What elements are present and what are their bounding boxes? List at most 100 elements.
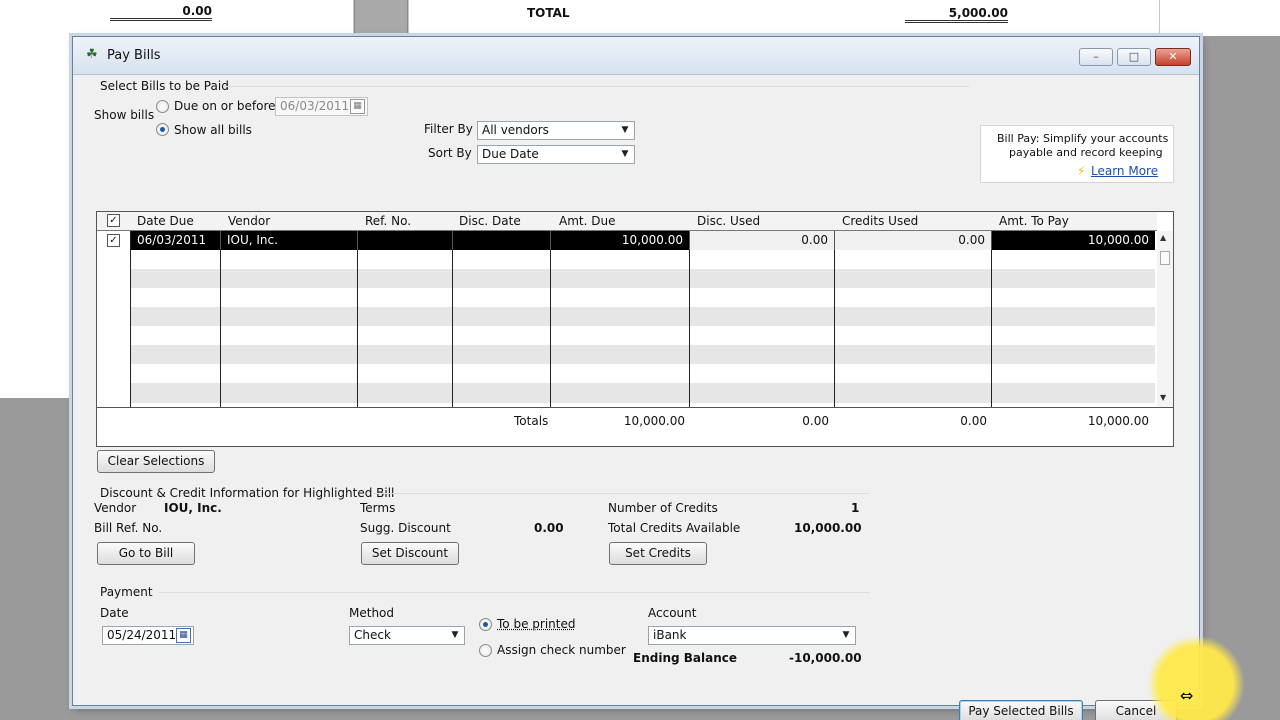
dialog-content: Select Bills to be Paid Show bills Due o… bbox=[73, 76, 1199, 720]
learn-more-link[interactable]: Learn More bbox=[1091, 164, 1158, 178]
column-header-amt-to-pay[interactable]: Amt. To Pay bbox=[993, 212, 1069, 231]
to-be-printed-label: To be printed bbox=[497, 617, 576, 631]
grid-header: ✓ Date Due Vendor Ref. No. Disc. Date Am… bbox=[97, 212, 1157, 231]
section-divider bbox=[159, 592, 869, 593]
filter-by-value: All vendors bbox=[482, 123, 549, 137]
total-credits-label: Total Credits Available bbox=[608, 521, 741, 535]
row-checkbox[interactable]: ✓ bbox=[107, 234, 120, 247]
due-date-field[interactable]: 06/03/2011 ▦ bbox=[275, 97, 368, 116]
total-disc-used: 0.00 bbox=[802, 414, 829, 428]
filter-by-select[interactable]: All vendors ▼ bbox=[477, 121, 635, 140]
title-bar[interactable]: ☘ Pay Bills – □ ✕ bbox=[73, 37, 1199, 75]
method-value: Check bbox=[354, 628, 391, 642]
sugg-discount-value: 0.00 bbox=[534, 521, 564, 535]
column-header-amt-due[interactable]: Amt. Due bbox=[553, 212, 615, 231]
sort-by-label: Sort By bbox=[428, 146, 472, 160]
column-divider bbox=[452, 231, 453, 407]
cell-vendor: IOU, Inc. bbox=[220, 231, 357, 250]
calendar-icon[interactable]: ▦ bbox=[176, 628, 191, 643]
cell-amt-to-pay: 10,000.00 bbox=[991, 231, 1155, 250]
account-select[interactable]: iBank ▼ bbox=[648, 626, 856, 645]
payment-date-field[interactable]: 05/24/2011 ▦ bbox=[102, 626, 194, 645]
chevron-down-icon[interactable]: ▼ bbox=[449, 627, 461, 644]
column-divider bbox=[991, 231, 992, 407]
cell-credits-used: 0.00 bbox=[834, 231, 991, 250]
background-left-amount: 0.00 bbox=[110, 4, 212, 21]
clear-selections-button[interactable]: Clear Selections bbox=[97, 450, 215, 473]
sort-by-select[interactable]: Due Date ▼ bbox=[477, 145, 635, 164]
bill-ref-label: Bill Ref. No. bbox=[94, 521, 163, 535]
chevron-down-icon[interactable]: ▼ bbox=[840, 627, 852, 644]
set-discount-button[interactable]: Set Discount bbox=[361, 542, 459, 565]
show-all-bills-radio[interactable] bbox=[156, 123, 169, 136]
ending-balance-value: -10,000.00 bbox=[789, 651, 862, 665]
discount-credit-section-label: Discount & Credit Information for Highli… bbox=[100, 486, 395, 500]
assign-check-number-label: Assign check number bbox=[497, 643, 626, 657]
resize-cursor-icon: ⇔ bbox=[1180, 686, 1194, 705]
promo-text-line1: Bill Pay: Simplify your accounts bbox=[997, 132, 1169, 145]
due-on-before-radio[interactable] bbox=[156, 100, 169, 113]
total-amt-due: 10,000.00 bbox=[623, 414, 685, 428]
grid-scrollbar[interactable]: ▲ ▼ bbox=[1157, 231, 1173, 407]
window-title: Pay Bills bbox=[107, 48, 161, 63]
close-button[interactable]: ✕ bbox=[1155, 48, 1191, 66]
cursor-highlight bbox=[1148, 636, 1244, 720]
column-divider bbox=[357, 231, 358, 407]
scroll-up-icon[interactable]: ▲ bbox=[1160, 233, 1166, 242]
sugg-discount-label: Sugg. Discount bbox=[360, 521, 451, 535]
vendor-label: Vendor bbox=[94, 501, 137, 515]
bill-pay-promo: Bill Pay: Simplify your accounts payable… bbox=[980, 125, 1174, 183]
total-amt-to-pay: 10,000.00 bbox=[1087, 414, 1149, 428]
maximize-button[interactable]: □ bbox=[1117, 48, 1151, 66]
payment-date-label: Date bbox=[100, 606, 129, 620]
assign-check-number-radio[interactable] bbox=[479, 644, 492, 657]
background-total-amount: 5,000.00 bbox=[905, 6, 1008, 23]
account-label: Account bbox=[648, 606, 697, 620]
scroll-thumb[interactable] bbox=[1160, 251, 1170, 265]
show-all-bills-label: Show all bills bbox=[174, 123, 252, 137]
grid-empty-row bbox=[131, 345, 1155, 364]
cell-disc-used: 0.00 bbox=[689, 231, 834, 250]
column-header-disc-used[interactable]: Disc. Used bbox=[691, 212, 760, 231]
number-of-credits-label: Number of Credits bbox=[608, 501, 718, 515]
payment-date-value: 05/24/2011 bbox=[107, 628, 177, 642]
select-all-checkbox[interactable]: ✓ bbox=[107, 214, 120, 227]
scroll-down-icon[interactable]: ▼ bbox=[1160, 393, 1166, 402]
chevron-down-icon[interactable]: ▼ bbox=[619, 122, 631, 139]
lightning-icon: ⚡ bbox=[1077, 164, 1086, 178]
bills-grid: ✓ Date Due Vendor Ref. No. Disc. Date Am… bbox=[96, 211, 1174, 447]
minimize-button[interactable]: – bbox=[1079, 48, 1113, 66]
column-header-disc-date[interactable]: Disc. Date bbox=[453, 212, 521, 231]
total-credits-used: 0.00 bbox=[960, 414, 987, 428]
set-credits-button[interactable]: Set Credits bbox=[609, 542, 707, 565]
pay-selected-bills-button[interactable]: Pay Selected Bills bbox=[959, 700, 1083, 720]
calendar-icon[interactable]: ▦ bbox=[350, 99, 365, 114]
column-divider bbox=[689, 231, 690, 407]
method-select[interactable]: Check ▼ bbox=[349, 626, 465, 645]
column-divider bbox=[834, 231, 835, 407]
sort-by-value: Due Date bbox=[482, 147, 539, 161]
cell-amt-due: 10,000.00 bbox=[550, 231, 689, 250]
column-header-vendor[interactable]: Vendor bbox=[222, 212, 270, 231]
payment-section-label: Payment bbox=[100, 585, 153, 599]
show-bills-label: Show bills bbox=[94, 108, 155, 122]
column-divider bbox=[550, 231, 551, 407]
to-be-printed-radio[interactable] bbox=[479, 618, 492, 631]
column-header-ref-no[interactable]: Ref. No. bbox=[359, 212, 411, 231]
section-divider bbox=[373, 493, 869, 494]
cell-date-due: 06/03/2011 bbox=[137, 233, 207, 247]
total-credits-value: 10,000.00 bbox=[794, 521, 862, 535]
promo-text-line2: payable and record keeping bbox=[1009, 146, 1163, 159]
grid-empty-row bbox=[131, 269, 1155, 288]
column-header-date-due[interactable]: Date Due bbox=[131, 212, 194, 231]
grid-empty-row bbox=[131, 383, 1155, 403]
pay-bills-dialog: ☘ Pay Bills – □ ✕ Select Bills to be Pai… bbox=[72, 36, 1200, 720]
method-label: Method bbox=[349, 606, 395, 620]
go-to-bill-button[interactable]: Go to Bill bbox=[97, 542, 195, 565]
column-header-credits-used[interactable]: Credits Used bbox=[836, 212, 918, 231]
chevron-down-icon[interactable]: ▼ bbox=[619, 146, 631, 163]
ending-balance-label: Ending Balance bbox=[633, 651, 738, 665]
background-total-label: TOTAL bbox=[527, 6, 570, 20]
totals-row: Totals 10,000.00 0.00 0.00 10,000.00 bbox=[97, 407, 1173, 446]
table-row[interactable]: 06/03/2011 IOU, Inc. 10,000.00 0.00 0.00… bbox=[131, 231, 1155, 250]
